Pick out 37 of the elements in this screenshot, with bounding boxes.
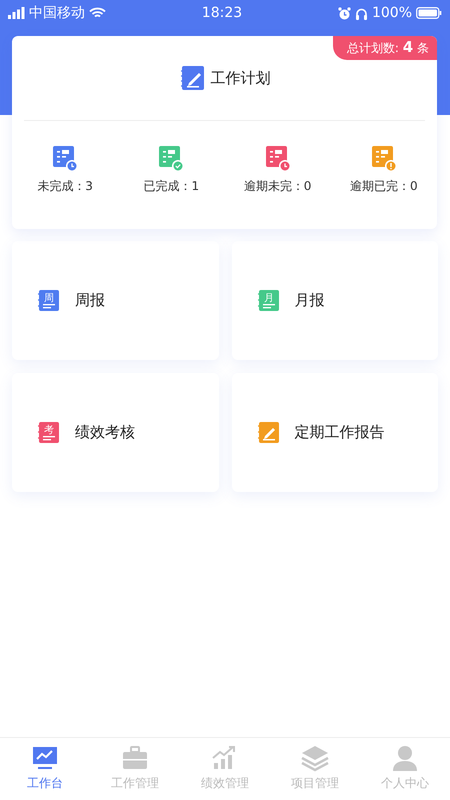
wifi-icon bbox=[89, 7, 106, 19]
person-icon bbox=[390, 744, 420, 772]
headphones-icon bbox=[354, 6, 368, 20]
stat-label: 逾期已完：0 bbox=[350, 178, 418, 195]
signal-icon bbox=[8, 7, 25, 19]
tab-item[interactable]: 工作台 bbox=[0, 738, 90, 800]
stat-label: 未完成：3 bbox=[37, 178, 93, 195]
report-tile[interactable]: 定期工作报告 bbox=[232, 373, 438, 492]
tile-label: 定期工作报告 bbox=[294, 423, 384, 442]
card-title: 工作计划 bbox=[210, 68, 270, 88]
tile-label: 绩效考核 bbox=[75, 423, 135, 442]
briefcase-icon bbox=[120, 744, 150, 772]
battery-icon bbox=[416, 7, 442, 19]
report-tile[interactable]: 考 绩效考核 bbox=[12, 373, 218, 492]
tile-label: 周报 bbox=[75, 291, 105, 310]
notebook-pencil-icon bbox=[178, 65, 204, 91]
report-tile[interactable]: 周 周报 bbox=[12, 241, 218, 360]
carrier-name: 中国移动 bbox=[29, 4, 85, 22]
list-icon bbox=[264, 145, 291, 172]
list-icon bbox=[52, 145, 78, 172]
monitor-icon bbox=[30, 744, 60, 772]
plan-card[interactable]: 总计划数: 4 条 工作计划 未完成：3 已完成：1 逾期未完：0 逾期已完：0 bbox=[12, 36, 437, 229]
notebook-icon: 周 bbox=[36, 288, 62, 312]
battery-percent: 100% bbox=[372, 5, 412, 21]
stat-label: 已完成：1 bbox=[144, 178, 200, 195]
alarm-icon bbox=[338, 6, 351, 20]
tile-label: 月报 bbox=[294, 291, 324, 310]
stat-label: 逾期未完：0 bbox=[244, 178, 312, 195]
total-plans-badge: 总计划数: 4 条 bbox=[332, 36, 437, 60]
notebook-pencil-icon bbox=[256, 420, 282, 444]
list-icon bbox=[370, 145, 397, 172]
list-icon bbox=[158, 145, 184, 172]
notebook-icon: 考 bbox=[36, 420, 62, 444]
report-tile[interactable]: 月 月报 bbox=[232, 241, 438, 360]
clock-time: 18:23 bbox=[202, 5, 242, 21]
layers-icon bbox=[300, 744, 330, 772]
notebook-icon: 月 bbox=[256, 288, 282, 312]
